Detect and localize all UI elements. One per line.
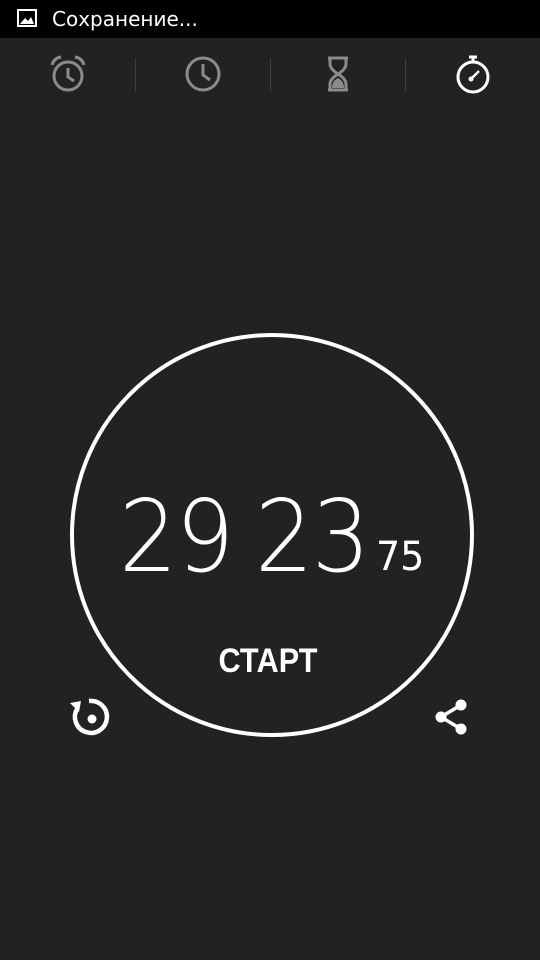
clock-icon [185,56,220,92]
minutes-value: 29 [119,478,234,595]
image-icon [17,9,37,27]
seconds-value: 23 [255,478,370,595]
stopwatch-time: 29 23 75 [0,482,540,592]
share-icon [435,699,467,735]
reset-icon [70,698,110,736]
status-bar: Сохранение... [0,0,540,38]
tab-timer[interactable] [270,38,405,110]
notification-text: Сохранение... [52,7,198,31]
tab-bar [0,38,540,110]
tab-clock[interactable] [135,38,270,110]
stopwatch-icon [456,55,489,94]
hourglass-icon [327,56,348,92]
tab-alarm[interactable] [0,38,135,110]
hundredths-value: 75 [376,534,425,580]
share-button[interactable] [426,692,476,742]
tab-stopwatch[interactable] [405,38,540,110]
alarm-clock-icon [50,55,85,92]
start-button[interactable]: СТАРТ [198,636,338,686]
reset-button[interactable] [64,692,114,742]
